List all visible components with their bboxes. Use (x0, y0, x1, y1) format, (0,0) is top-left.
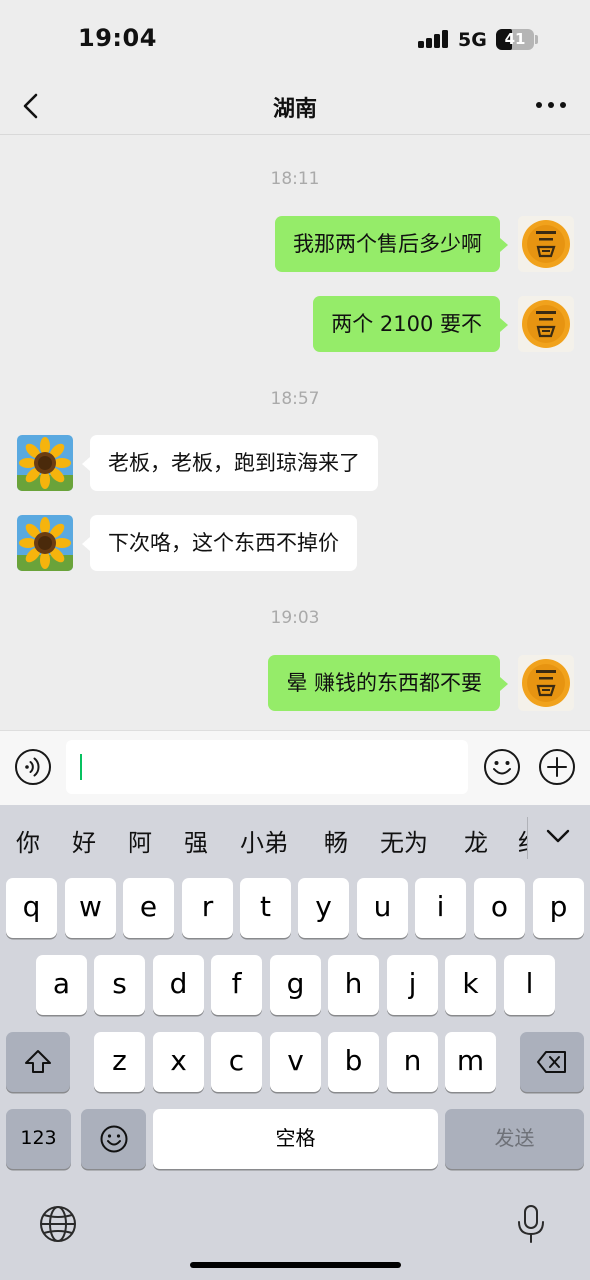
emoji-key[interactable] (81, 1109, 146, 1169)
voice-icon (15, 749, 51, 785)
candidate-divider (527, 817, 528, 859)
more-dots-icon (536, 102, 566, 108)
key-z[interactable]: z (94, 1032, 145, 1092)
shift-key[interactable] (6, 1032, 70, 1092)
key-p[interactable]: p (533, 878, 584, 938)
globe-icon (40, 1206, 76, 1242)
candidate-word[interactable]: 阿 (128, 823, 152, 858)
message-bubble-sent[interactable]: 我那两个售后多少啊 (275, 216, 508, 272)
message-text: 下次咯，这个东西不掉价 (108, 531, 339, 555)
more-functions-button[interactable] (538, 748, 576, 786)
chat-header: 湖南 (0, 78, 590, 135)
cellular-signal-icon (418, 30, 450, 48)
key-g[interactable]: g (270, 955, 321, 1015)
voice-button[interactable] (14, 748, 52, 786)
message-composer (0, 730, 590, 805)
candidate-word[interactable]: 你 (16, 823, 40, 858)
candidate-word[interactable]: 龙 (464, 823, 488, 858)
my-avatar[interactable] (518, 216, 574, 272)
key-i[interactable]: i (415, 878, 466, 938)
key-j[interactable]: j (387, 955, 438, 1015)
chevron-down-icon (546, 829, 570, 843)
chat-title: 湖南 (272, 97, 317, 122)
switch-language-button[interactable] (36, 1202, 80, 1246)
key-l[interactable]: l (504, 955, 555, 1015)
key-d[interactable]: d (153, 955, 204, 1015)
key-n[interactable]: n (387, 1032, 438, 1092)
message-text: 老板，老板，跑到琼海来了 (108, 451, 360, 475)
message-bubble-sent[interactable]: 两个 2100 要不 (313, 296, 508, 352)
my-avatar[interactable] (518, 655, 574, 711)
key-o[interactable]: o (474, 878, 525, 938)
key-u[interactable]: u (357, 878, 408, 938)
dictation-button[interactable] (509, 1202, 553, 1246)
message-text: 我那两个售后多少啊 (293, 232, 482, 256)
contact-avatar[interactable] (17, 515, 73, 571)
message-bubble-received[interactable]: 老板，老板，跑到琼海来了 (82, 435, 378, 491)
message-bubble-sent[interactable]: 晕 赚钱的东西都不要 (268, 655, 508, 711)
emoji-icon (100, 1125, 127, 1153)
status-bar: 19:04 5G 41 (0, 0, 590, 78)
candidate-word[interactable]: 小弟 (240, 823, 288, 858)
battery-level: 41 (504, 30, 526, 48)
key-f[interactable]: f (211, 955, 262, 1015)
key-c[interactable]: c (211, 1032, 262, 1092)
key-e[interactable]: e (123, 878, 174, 938)
message-timestamp: 19:03 (270, 608, 320, 628)
backspace-icon (537, 1051, 566, 1073)
key-k[interactable]: k (445, 955, 496, 1015)
numbers-key[interactable]: 123 (6, 1109, 71, 1169)
battery-icon: 41 (496, 29, 534, 50)
message-input[interactable] (66, 740, 468, 794)
battery-cap (535, 35, 538, 44)
message-timestamp: 18:57 (270, 389, 320, 409)
key-x[interactable]: x (153, 1032, 204, 1092)
home-indicator[interactable] (190, 1262, 401, 1268)
network-type: 5G (458, 29, 487, 51)
candidate-bar: 你 好 阿 强 小弟 畅 无为 龙 红 (0, 805, 590, 867)
send-key[interactable]: 发送 (445, 1109, 584, 1169)
candidate-word[interactable]: 强 (184, 823, 208, 858)
keyboard: 你 好 阿 强 小弟 畅 无为 龙 红 q w e r t y u i o p … (0, 805, 590, 1280)
message-timestamp: 18:11 (270, 169, 320, 189)
space-key[interactable]: 空格 (153, 1109, 438, 1169)
expand-candidates-button[interactable] (543, 821, 573, 851)
message-text: 晕 赚钱的东西都不要 (286, 671, 482, 695)
shift-icon (25, 1050, 51, 1073)
emoji-button[interactable] (483, 748, 521, 786)
plus-icon (539, 749, 575, 785)
candidate-word[interactable]: 好 (72, 823, 96, 858)
emoji-icon (484, 749, 520, 785)
key-y[interactable]: y (298, 878, 349, 938)
message-list[interactable]: 18:11 我那两个售后多少啊 两个 2100 要不 18:57 老板，老板，跑… (0, 136, 590, 730)
key-a[interactable]: a (36, 955, 87, 1015)
status-time: 19:04 (78, 24, 157, 52)
candidate-word[interactable]: 畅 (324, 823, 348, 858)
key-m[interactable]: m (445, 1032, 496, 1092)
key-t[interactable]: t (240, 878, 291, 938)
key-h[interactable]: h (328, 955, 379, 1015)
key-w[interactable]: w (65, 878, 116, 938)
more-button[interactable] (534, 90, 568, 120)
message-bubble-received[interactable]: 下次咯，这个东西不掉价 (82, 515, 357, 571)
my-avatar[interactable] (518, 296, 574, 352)
key-q[interactable]: q (6, 878, 57, 938)
candidate-word[interactable]: 无为 (380, 823, 428, 858)
key-r[interactable]: r (182, 878, 233, 938)
key-b[interactable]: b (328, 1032, 379, 1092)
key-s[interactable]: s (94, 955, 145, 1015)
message-text: 两个 2100 要不 (331, 312, 482, 336)
key-v[interactable]: v (270, 1032, 321, 1092)
microphone-icon (518, 1205, 544, 1243)
contact-avatar[interactable] (17, 435, 73, 491)
text-cursor (80, 754, 82, 780)
candidate-word[interactable]: 红 (518, 823, 527, 858)
delete-key[interactable] (520, 1032, 584, 1092)
